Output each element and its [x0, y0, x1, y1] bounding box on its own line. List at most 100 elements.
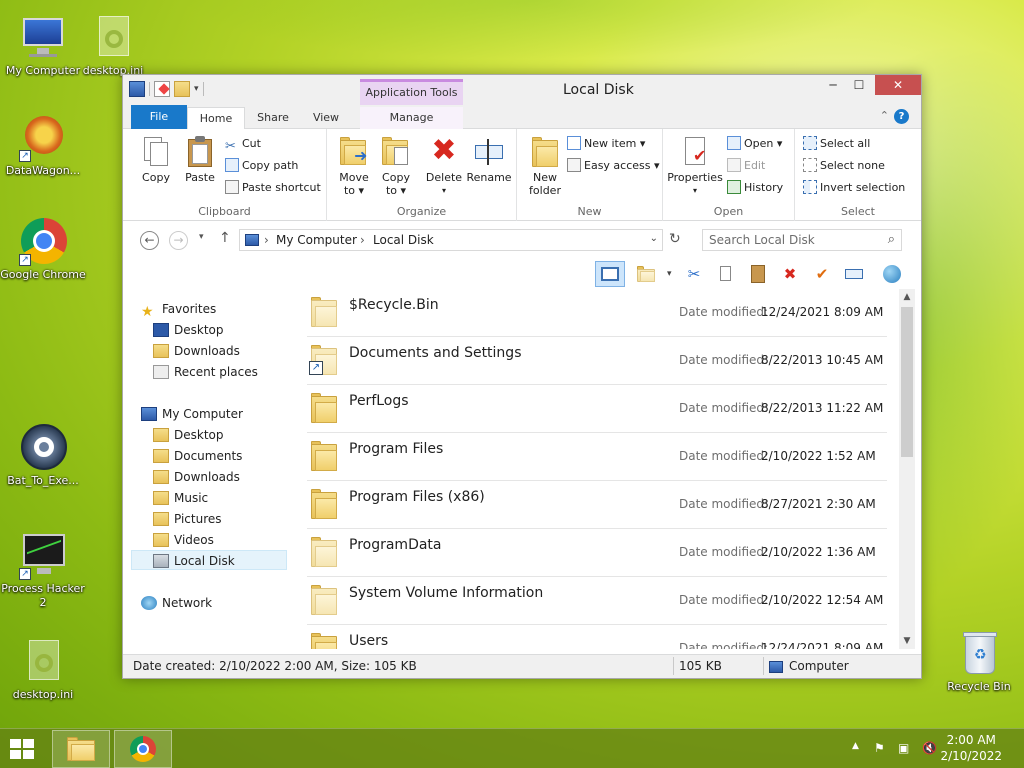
paste-shortcut-button[interactable]: Paste shortcut [225, 179, 321, 197]
forward-button[interactable]: → [169, 231, 188, 250]
nav-fav-downloads[interactable]: Downloads [153, 341, 309, 361]
copy-to-button[interactable]: Copy to ▾ [375, 135, 417, 197]
file-row-documents-and-settings[interactable]: ↗ Documents and Settings Date modified: … [307, 337, 887, 385]
nav-fav-desktop[interactable]: Desktop [153, 320, 309, 340]
move-to-button[interactable]: ➜ Move to ▾ [333, 135, 375, 197]
history-button[interactable]: History [727, 179, 783, 197]
tab-manage[interactable]: Manage [360, 107, 463, 129]
desktop-icon-desktop-ini-2[interactable]: desktop.ini [0, 638, 86, 702]
shortcut-arrow-icon: ↗ [19, 150, 31, 162]
toolbar-dropdown-icon[interactable]: ▾ [667, 269, 672, 279]
address-dropdown-icon[interactable]: ⌄ [650, 233, 658, 244]
action-center-icon[interactable]: ⚑ [874, 741, 885, 755]
delete-toolbar-button[interactable]: ✖ [779, 263, 801, 285]
breadcrumb-my-computer[interactable]: My Computer [276, 233, 357, 247]
nav-favorites[interactable]: ★ Favorites [141, 299, 297, 320]
qat-dropdown-icon[interactable]: ▾ [194, 84, 199, 94]
cut-button[interactable]: ✂ Cut [225, 135, 261, 154]
desktop-icon-datawagon[interactable]: ↗ DataWagon... [0, 114, 86, 178]
nav-pictures[interactable]: Pictures [153, 509, 309, 529]
vertical-scrollbar[interactable]: ▲ ▼ [899, 289, 915, 649]
tab-home[interactable]: Home [187, 107, 245, 130]
file-row-users[interactable]: Users Date modified: 12/24/2021 8:09 AM [307, 625, 887, 649]
up-arrow-icon[interactable]: ↑ [219, 230, 231, 246]
properties-toolbar-button[interactable]: ✔ [811, 263, 833, 285]
copy-toolbar-button[interactable] [715, 263, 737, 285]
volume-muted-icon[interactable]: 🔇 [922, 741, 937, 755]
nav-fav-recent-places[interactable]: Recent places [153, 362, 309, 382]
nav-network[interactable]: Network [141, 593, 297, 613]
select-none-button[interactable]: Select none [803, 157, 885, 175]
title-bar[interactable]: ▾ Application Tools Local Disk ─ ☐ ✕ [123, 75, 921, 105]
back-button[interactable]: ← [140, 231, 159, 250]
nav-documents[interactable]: Documents [153, 446, 309, 466]
breadcrumb-local-disk[interactable]: Local Disk [373, 233, 434, 247]
file-row-programdata[interactable]: ProgramData Date modified: 2/10/2022 1:3… [307, 529, 887, 577]
status-size: 105 KB [679, 659, 722, 673]
search-icon[interactable]: ⌕ [888, 232, 895, 247]
nav-music[interactable]: Music [153, 488, 309, 508]
edit-button[interactable]: Edit [727, 157, 765, 175]
desktop-icon-google-chrome[interactable]: ↗ Google Chrome [0, 218, 86, 282]
globe-toolbar-button[interactable] [881, 263, 903, 285]
scroll-down-icon[interactable]: ▼ [899, 633, 915, 649]
tab-share[interactable]: Share [247, 107, 299, 129]
help-icon[interactable]: ? [894, 109, 909, 124]
file-row-perflogs[interactable]: PerfLogs Date modified: 8/22/2013 11:22 … [307, 385, 887, 433]
recent-locations-dropdown-icon[interactable]: ▾ [199, 232, 204, 242]
new-folder-icon [529, 135, 561, 167]
desktop-icon-desktop-ini[interactable]: desktop.ini [70, 14, 156, 78]
nav-desktop[interactable]: Desktop [153, 425, 309, 445]
taskbar-google-chrome[interactable] [114, 730, 172, 768]
new-folder-small-icon[interactable] [174, 81, 190, 97]
maximize-button[interactable]: ☐ [845, 75, 873, 95]
search-box[interactable]: Search Local Disk ⌕ [702, 229, 902, 251]
desktop-icon-bat-to-exe[interactable]: Bat_To_Exe... [0, 424, 86, 488]
file-row-system-volume-information[interactable]: System Volume Information Date modified:… [307, 577, 887, 625]
new-item-button[interactable]: New item ▾ [567, 135, 645, 153]
scrollbar-thumb[interactable] [901, 307, 913, 457]
rename-button[interactable]: Rename [465, 135, 513, 184]
new-folder-button[interactable]: New folder [523, 135, 567, 197]
taskbar-file-explorer[interactable] [52, 730, 110, 768]
rename-toolbar-button[interactable] [843, 263, 865, 285]
open-button[interactable]: Open ▾ [727, 135, 782, 153]
system-clock[interactable]: 2:00 AM 2/10/2022 [940, 732, 1002, 764]
paste-button[interactable]: Paste [179, 135, 221, 184]
address-bar[interactable]: › My Computer › Local Disk ⌄ [239, 229, 663, 251]
properties-icon: ✔ [679, 135, 711, 167]
collapse-ribbon-icon[interactable]: ⌃ [880, 109, 889, 122]
select-all-button[interactable]: Select all [803, 135, 870, 153]
file-row-program-files-x86[interactable]: Program Files (x86) Date modified: 8/27/… [307, 481, 887, 529]
tab-file[interactable]: File [131, 105, 187, 129]
nav-local-disk[interactable]: Local Disk [131, 550, 287, 570]
tab-view[interactable]: View [301, 107, 351, 129]
properties-button[interactable]: ✔ Properties ▾ [665, 135, 725, 197]
file-row-recycle-bin[interactable]: $Recycle.Bin Date modified: 12/24/2021 8… [307, 289, 887, 337]
nav-my-computer[interactable]: My Computer [141, 404, 297, 424]
nav-videos[interactable]: Videos [153, 530, 309, 550]
preview-pane-button[interactable] [595, 261, 625, 287]
cut-toolbar-button[interactable]: ✂ [683, 263, 705, 285]
copy-button[interactable]: Copy [135, 135, 177, 184]
nav-downloads[interactable]: Downloads [153, 467, 309, 487]
nav-music-label: Music [174, 491, 209, 505]
delete-button[interactable]: ✖ Delete ▾ [423, 135, 465, 197]
paste-toolbar-button[interactable] [747, 263, 769, 285]
invert-selection-button[interactable]: Invert selection [803, 179, 905, 197]
folder-check-button[interactable] [635, 263, 657, 285]
minimize-button[interactable]: ─ [819, 75, 847, 95]
properties-label: Properties [667, 171, 723, 184]
copy-path-button[interactable]: Copy path [225, 157, 298, 175]
properties-small-icon[interactable] [154, 81, 170, 97]
network-tray-icon[interactable]: ▣ [898, 741, 909, 755]
desktop-icon-recycle-bin[interactable]: ♻ Recycle Bin [936, 630, 1022, 694]
refresh-icon[interactable]: ↻ [669, 231, 681, 247]
easy-access-button[interactable]: Easy access ▾ [567, 157, 660, 175]
start-button[interactable] [8, 737, 38, 761]
show-hidden-icons-button[interactable]: ▲ [852, 741, 859, 751]
scroll-up-icon[interactable]: ▲ [899, 289, 915, 305]
desktop-icon-process-hacker[interactable]: ↗ Process Hacker 2 [0, 532, 86, 610]
file-row-program-files[interactable]: Program Files Date modified: 2/10/2022 1… [307, 433, 887, 481]
close-button[interactable]: ✕ [875, 75, 921, 95]
